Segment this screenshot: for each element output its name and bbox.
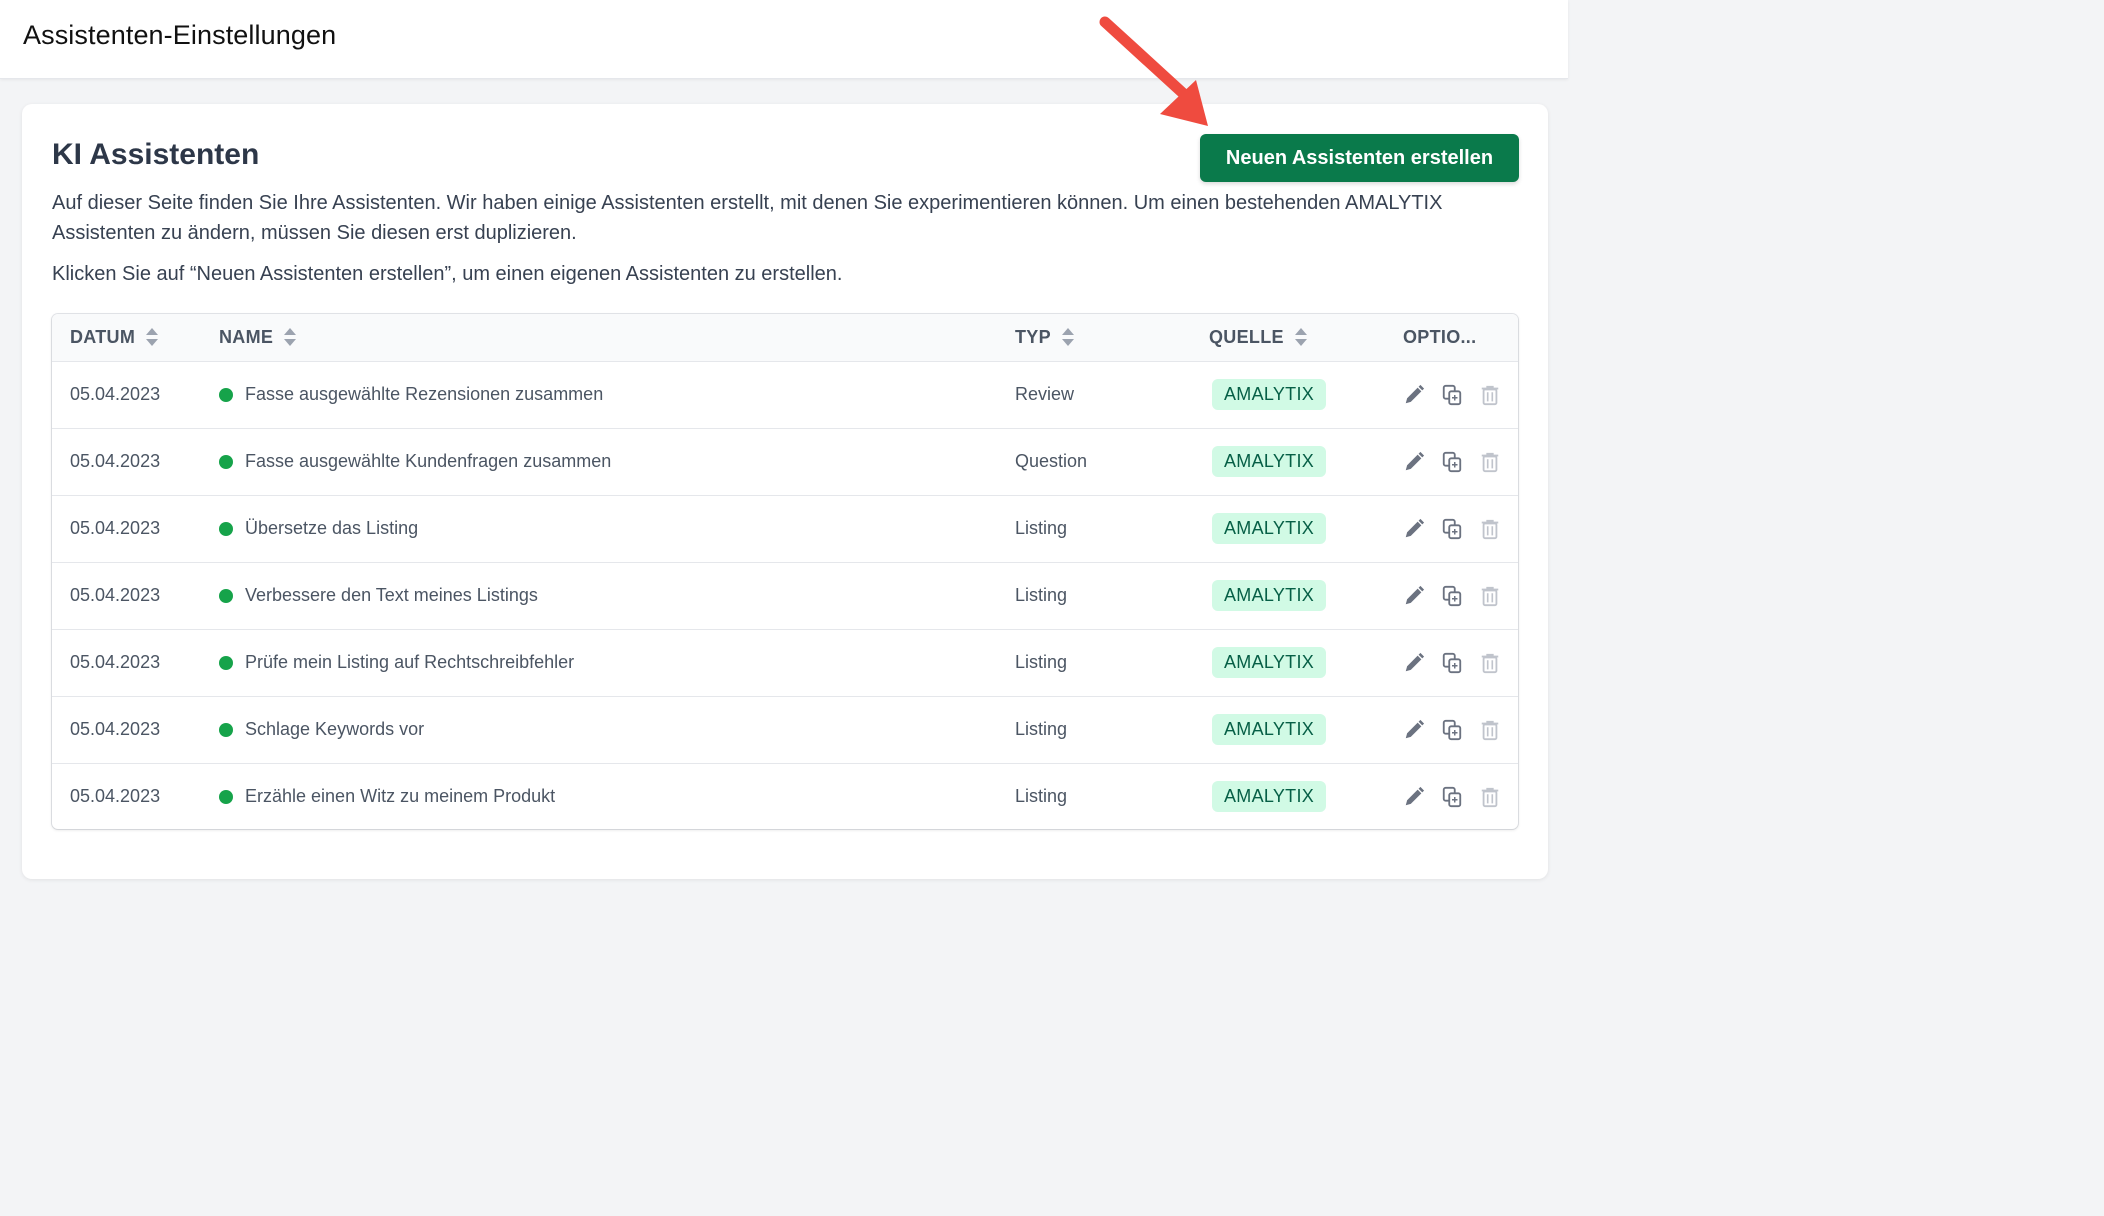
assistants-table: DATUM NAME TYP QUELLE OPTIO... 05.04.202… — [52, 314, 1518, 829]
status-dot-icon — [219, 789, 233, 804]
trash-icon[interactable] — [1479, 786, 1501, 808]
source-badge: AMALYTIX — [1212, 781, 1327, 813]
row-type: Listing — [1015, 719, 1068, 739]
duplicate-icon[interactable] — [1441, 786, 1463, 808]
row-name: Verbessere den Text meines Listings — [245, 585, 538, 605]
create-hint-text: Klicken Sie auf “Neuen Assistenten erste… — [52, 263, 843, 285]
assistants-card: KI Assistenten Neuen Assistenten erstell… — [22, 104, 1548, 879]
pencil-icon[interactable] — [1403, 384, 1425, 406]
row-name: Schlage Keywords vor — [245, 719, 425, 739]
row-name: Fasse ausgewählte Kundenfragen zusammen — [245, 451, 612, 471]
row-type: Listing — [1015, 585, 1068, 605]
table-header-row: DATUM NAME TYP QUELLE OPTIO... — [52, 314, 1518, 362]
table-row: 05.04.2023 Fasse ausgewählte Rezensionen… — [52, 361, 1518, 428]
row-type: Listing — [1015, 518, 1068, 538]
row-type: Question — [1015, 451, 1088, 471]
trash-icon[interactable] — [1479, 518, 1501, 540]
table-row: 05.04.2023 Verbessere den Text meines Li… — [52, 562, 1518, 629]
row-date: 05.04.2023 — [70, 384, 161, 404]
source-badge: AMALYTIX — [1212, 647, 1327, 678]
pencil-icon[interactable] — [1403, 719, 1425, 741]
trash-icon[interactable] — [1479, 384, 1501, 406]
row-date: 05.04.2023 — [70, 585, 161, 605]
status-dot-icon — [219, 454, 233, 469]
status-dot-icon — [219, 655, 233, 670]
column-header-date[interactable]: DATUM — [52, 314, 219, 362]
table-row: 05.04.2023 Prüfe mein Listing auf Rechts… — [52, 629, 1518, 696]
column-header-options: OPTIO... — [1403, 314, 1518, 362]
table-row: 05.04.2023 Schlage Keywords vor Listing … — [52, 696, 1518, 763]
sort-icon — [146, 328, 159, 347]
row-type: Listing — [1015, 652, 1068, 672]
pencil-icon[interactable] — [1403, 786, 1425, 808]
top-bar: Assistenten-Einstellungen — [0, 0, 1568, 79]
trash-icon[interactable] — [1479, 719, 1501, 741]
row-name: Fasse ausgewählte Rezensionen zusammen — [245, 384, 604, 404]
duplicate-icon[interactable] — [1441, 719, 1463, 741]
duplicate-icon[interactable] — [1441, 451, 1463, 473]
table-row: 05.04.2023 Übersetze das Listing Listing… — [52, 495, 1518, 562]
card-title: KI Assistenten — [52, 138, 260, 171]
column-header-name[interactable]: NAME — [219, 314, 1015, 362]
row-date: 05.04.2023 — [70, 786, 161, 807]
table-row: 05.04.2023 Fasse ausgewählte Kundenfrage… — [52, 428, 1518, 495]
trash-icon[interactable] — [1479, 652, 1501, 674]
source-badge: AMALYTIX — [1212, 446, 1327, 477]
row-name: Erzähle einen Witz zu meinem Produkt — [245, 786, 556, 807]
row-type: Review — [1015, 384, 1075, 404]
status-dot-icon — [219, 722, 233, 737]
row-name: Übersetze das Listing — [245, 518, 419, 538]
pencil-icon[interactable] — [1403, 652, 1425, 674]
status-dot-icon — [219, 588, 233, 603]
page-title: Assistenten-Einstellungen — [23, 20, 337, 50]
create-assistant-button[interactable]: Neuen Assistenten erstellen — [1200, 134, 1519, 182]
sort-icon — [1061, 328, 1074, 347]
row-date: 05.04.2023 — [70, 719, 161, 739]
source-badge: AMALYTIX — [1212, 714, 1327, 745]
source-badge: AMALYTIX — [1212, 513, 1327, 544]
duplicate-icon[interactable] — [1441, 518, 1463, 540]
row-date: 05.04.2023 — [70, 451, 161, 471]
row-type: Listing — [1015, 786, 1068, 807]
trash-icon[interactable] — [1479, 451, 1501, 473]
source-badge: AMALYTIX — [1212, 379, 1327, 410]
sort-icon — [284, 328, 297, 347]
sort-icon — [1294, 328, 1307, 347]
description-text: Auf dieser Seite finden Sie Ihre Assiste… — [52, 192, 1443, 244]
pencil-icon[interactable] — [1403, 585, 1425, 607]
table-row: 05.04.2023 Erzähle einen Witz zu meinem … — [52, 763, 1518, 829]
status-dot-icon — [219, 521, 233, 536]
row-date: 05.04.2023 — [70, 652, 161, 672]
pencil-icon[interactable] — [1403, 518, 1425, 540]
status-dot-icon — [219, 387, 233, 402]
duplicate-icon[interactable] — [1441, 585, 1463, 607]
duplicate-icon[interactable] — [1441, 384, 1463, 406]
pencil-icon[interactable] — [1403, 451, 1425, 473]
source-badge: AMALYTIX — [1212, 580, 1327, 611]
column-header-source[interactable]: QUELLE — [1209, 314, 1403, 362]
column-header-type[interactable]: TYP — [1015, 314, 1209, 362]
trash-icon[interactable] — [1479, 585, 1501, 607]
row-date: 05.04.2023 — [70, 518, 161, 538]
row-name: Prüfe mein Listing auf Rechtschreibfehle… — [245, 652, 575, 672]
duplicate-icon[interactable] — [1441, 652, 1463, 674]
